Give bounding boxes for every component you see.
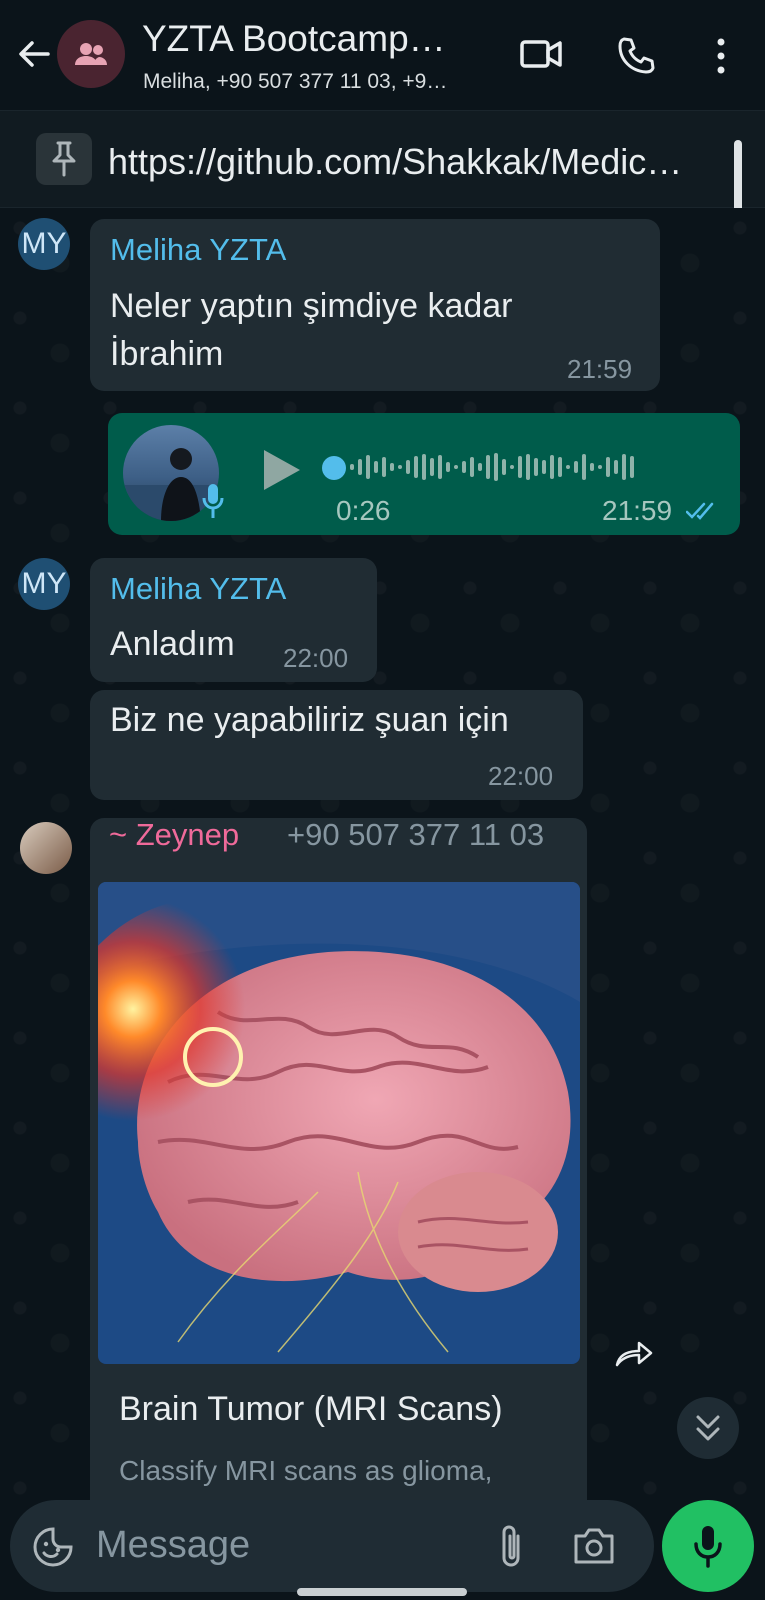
message-input-bar[interactable]: Message (10, 1500, 654, 1592)
voice-record-button[interactable] (662, 1500, 754, 1592)
group-icon (75, 43, 107, 65)
sender-name[interactable]: Meliha YZTA (110, 571, 286, 607)
home-indicator[interactable] (297, 1588, 467, 1596)
chat-header: YZTA Bootcamp… Meliha, +90 507 377 11 03… (0, 0, 765, 111)
voice-duration: 0:26 (336, 495, 391, 526)
link-preview-image[interactable] (98, 882, 580, 1364)
playback-position-dot[interactable] (322, 456, 346, 480)
link-preview-description: Classify MRI scans as glioma, (119, 1455, 493, 1486)
pinned-message-bar[interactable]: https://github.com/Shakkak/Medic… (0, 111, 765, 208)
more-options-icon[interactable] (708, 36, 734, 76)
avatar[interactable] (20, 822, 72, 874)
chat-title[interactable]: YZTA Bootcamp… (142, 18, 446, 60)
double-check-icon (686, 502, 714, 520)
camera-icon[interactable] (572, 1526, 616, 1566)
pin-icon (36, 133, 92, 185)
sticker-icon[interactable] (32, 1526, 74, 1568)
message-time: 21:59 (567, 354, 633, 384)
back-arrow-icon[interactable] (14, 34, 54, 74)
attach-icon[interactable] (498, 1522, 526, 1570)
sender-phone[interactable]: +90 507 377 11 03 (287, 817, 544, 853)
link-preview-title[interactable]: Brain Tumor (MRI Scans) (119, 1390, 503, 1429)
message-text: Biz ne yapabiliriz şuan için (110, 701, 509, 739)
avatar[interactable]: MY (18, 218, 70, 270)
mic-badge-icon (202, 484, 224, 518)
sender-name[interactable]: ~ Zeynep (109, 817, 239, 853)
group-avatar[interactable] (57, 20, 125, 88)
message-time: 22:00 (488, 761, 554, 791)
video-call-icon[interactable] (519, 36, 563, 72)
forward-icon[interactable] (612, 1331, 658, 1377)
message-input[interactable]: Message (96, 1524, 250, 1567)
message-text: İbrahim (110, 335, 224, 373)
message-time: 21:59 (602, 495, 673, 526)
avatar[interactable]: MY (18, 558, 70, 610)
message-time: 22:00 (283, 643, 349, 673)
message-text: Neler yaptın şimdiye kadar (110, 287, 513, 325)
pinned-link[interactable]: https://github.com/Shakkak/Medic… (108, 141, 682, 183)
sender-name[interactable]: Meliha YZTA (110, 232, 286, 268)
voice-waveform[interactable] (322, 452, 634, 482)
voice-call-icon[interactable] (615, 36, 655, 76)
composer: Message (0, 1500, 765, 1600)
chat-subtitle[interactable]: Meliha, +90 507 377 11 03, +9… (143, 70, 447, 94)
double-chevron-down-icon (696, 1415, 720, 1441)
mic-icon (694, 1526, 722, 1568)
scroll-to-bottom-button[interactable] (677, 1397, 739, 1459)
message-text: Anladım (110, 625, 235, 663)
play-icon[interactable] (262, 448, 302, 492)
